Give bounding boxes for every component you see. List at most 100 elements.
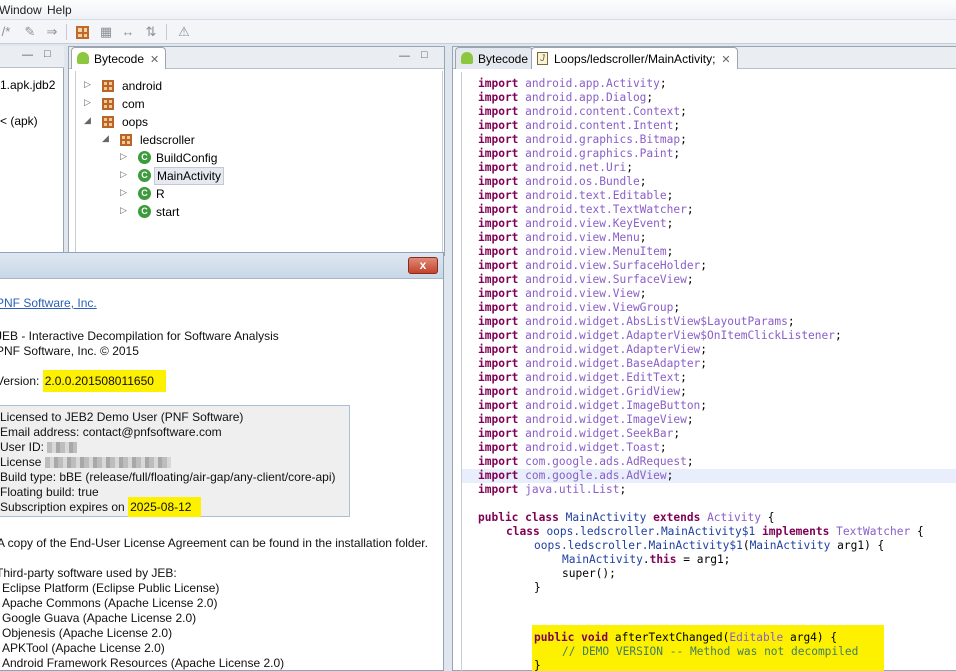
code-line-import: import android.text.TextWatcher; [478, 203, 694, 217]
expand-arrow-icon[interactable]: ▷ [120, 205, 130, 216]
tree-node-label: BuildConfig [156, 151, 218, 165]
grid-icon[interactable]: ▦ [98, 24, 114, 40]
product-name: JEB - Interactive Decompilation for Soft… [0, 329, 279, 343]
tab-bytecode-hierarchy[interactable]: Bytecode ✕ [71, 47, 167, 69]
tab-bytecode[interactable]: Bytecode [455, 47, 534, 69]
minimize-icon[interactable]: — [22, 49, 33, 61]
code-line-import: import android.widget.AdapterView$OnItem… [478, 329, 842, 343]
tab-label: Bytecode [94, 52, 145, 66]
semicolon: ; [639, 175, 647, 188]
code-line-import: import android.graphics.Paint; [478, 147, 680, 161]
import-keyword: import [478, 119, 519, 132]
tree-node-android[interactable]: ▷ android [82, 77, 282, 95]
code-line-import: import android.app.Activity; [478, 77, 667, 91]
import-path: android.widget.ImageView [525, 413, 687, 426]
expand-arrow-icon[interactable]: ▷ [120, 151, 130, 162]
import-keyword: import [478, 315, 519, 328]
import-path: android.view.Menu [525, 231, 640, 244]
editor-tabbar: Bytecode J Loops/ledscroller/MainActivit… [453, 47, 956, 69]
tree-node-label: android [122, 79, 163, 93]
import-path: android.graphics.Paint [525, 147, 674, 160]
collapse-arrow-icon[interactable]: ◢ [102, 133, 112, 144]
version-label: Version: [0, 374, 43, 388]
tree-node-oops[interactable]: ◢ oops [82, 113, 282, 131]
code-line-import: import android.view.MenuItem; [478, 245, 673, 259]
collapse-arrow-icon[interactable]: ◢ [84, 115, 94, 126]
tree-node-start[interactable]: ▷ C start [118, 203, 318, 221]
close-icon[interactable]: ✕ [721, 54, 730, 66]
import-keyword: import [478, 371, 519, 384]
maximize-icon[interactable]: □ [44, 48, 51, 60]
dialog-close-button[interactable]: x [408, 257, 438, 274]
tree-node-mainactivity[interactable]: ▷ C MainActivity [118, 167, 318, 185]
dialog-titlebar: x [0, 253, 443, 279]
code-line-import: import android.widget.AdapterView; [478, 343, 707, 357]
import-path: android.text.TextWatcher [525, 203, 687, 216]
semicolon: ; [686, 273, 694, 286]
tab-mainactivity-source[interactable]: J Loops/ledscroller/MainActivity; ✕ [531, 47, 738, 69]
menu-help[interactable]: Help [47, 3, 72, 17]
import-keyword: import [478, 441, 519, 454]
expand-arrow-icon[interactable]: ▷ [84, 97, 94, 108]
tab-label: Bytecode [478, 52, 529, 66]
subscription-label: Subscription expires on [0, 500, 129, 514]
import-keyword: import [478, 175, 519, 188]
import-keyword: import [478, 357, 519, 370]
warning-icon[interactable]: ⚠ [176, 24, 192, 40]
code-line-close-brace: } [534, 581, 541, 594]
code-line-super: super(); [562, 567, 616, 580]
third-party-header: Third-party software used by JEB: [0, 566, 177, 580]
semicolon: ; [673, 427, 681, 440]
package-grid-icon[interactable] [76, 26, 89, 39]
android-icon [461, 52, 473, 64]
tree-node-ledscroller[interactable]: ◢ ledscroller [100, 131, 300, 149]
code-line-import: import android.app.Dialog; [478, 91, 653, 105]
import-keyword: import [478, 91, 519, 104]
pencil-icon[interactable]: ✎ [22, 24, 38, 40]
code-token: oops.ledscroller.MainActivity$1 [534, 539, 743, 552]
import-path: android.widget.AdapterView$OnItemClickLi… [525, 329, 836, 342]
tree-node-label: oops [122, 115, 149, 129]
import-path: android.app.Dialog [525, 91, 647, 104]
minimize-icon[interactable]: — [399, 50, 410, 62]
tree-node-com[interactable]: ▷ com [82, 95, 282, 113]
semicolon: ; [666, 217, 674, 230]
tree-node-buildconfig[interactable]: ▷ C BuildConfig [118, 149, 318, 167]
code-line-import: import android.widget.AbsListView$Layout… [478, 315, 795, 329]
code-line-import: import android.content.Context; [478, 105, 687, 119]
expand-arrow-icon[interactable]: ▷ [84, 79, 94, 90]
import-icon[interactable]: ⇒ [44, 24, 60, 40]
expand-arrow-icon[interactable]: ▷ [120, 187, 130, 198]
edit-icon[interactable]: /* [0, 24, 14, 40]
import-keyword: import [478, 77, 519, 90]
import-path: android.widget.AbsListView$LayoutParams [525, 315, 788, 328]
company-link[interactable]: PNF Software, Inc. [0, 296, 97, 310]
close-icon[interactable]: ✕ [150, 54, 159, 66]
tree-node-label-selected: MainActivity [154, 167, 225, 185]
import-keyword: import [478, 105, 519, 118]
licensed-to: Licensed to JEB2 Demo User (PNF Software… [0, 410, 244, 424]
code-area[interactable]: import android.app.Activity; import andro… [461, 72, 956, 671]
code-token: arg1) { [830, 539, 885, 552]
code-token: Activity [707, 511, 761, 524]
menu-window[interactable]: Window [0, 3, 42, 17]
tree-node-label: ledscroller [140, 133, 195, 147]
third-party-item: Apache Commons (Apache License 2.0) [2, 596, 218, 610]
navigate-icon[interactable]: ↔ [120, 24, 136, 40]
code-token: MainActivity [749, 539, 831, 552]
project-file-item[interactable]: 1.apk.jdb2 [0, 78, 55, 92]
code-line-import: import android.widget.GridView; [478, 385, 687, 399]
hierarchy-icon[interactable]: ⇅ [143, 24, 159, 40]
about-dialog: x PNF Software, Inc. JEB - Interactive D… [0, 252, 444, 671]
code-line-import: import android.widget.ImageButton; [478, 399, 707, 413]
version-value: 2.0.0.201508011650 [42, 370, 166, 392]
tree-node-r[interactable]: ▷ C R [118, 185, 318, 203]
project-artifact-item[interactable]: < (apk) [0, 114, 38, 128]
maximize-icon[interactable]: □ [421, 49, 428, 61]
semicolon: ; [673, 147, 681, 160]
subscription-date: 2025-08-12 [128, 497, 202, 517]
import-keyword: import [478, 385, 519, 398]
code-line-import: import com.google.ads.AdView; [478, 469, 673, 483]
import-path: android.widget.GridView [525, 385, 681, 398]
expand-arrow-icon[interactable]: ▷ [120, 169, 130, 180]
